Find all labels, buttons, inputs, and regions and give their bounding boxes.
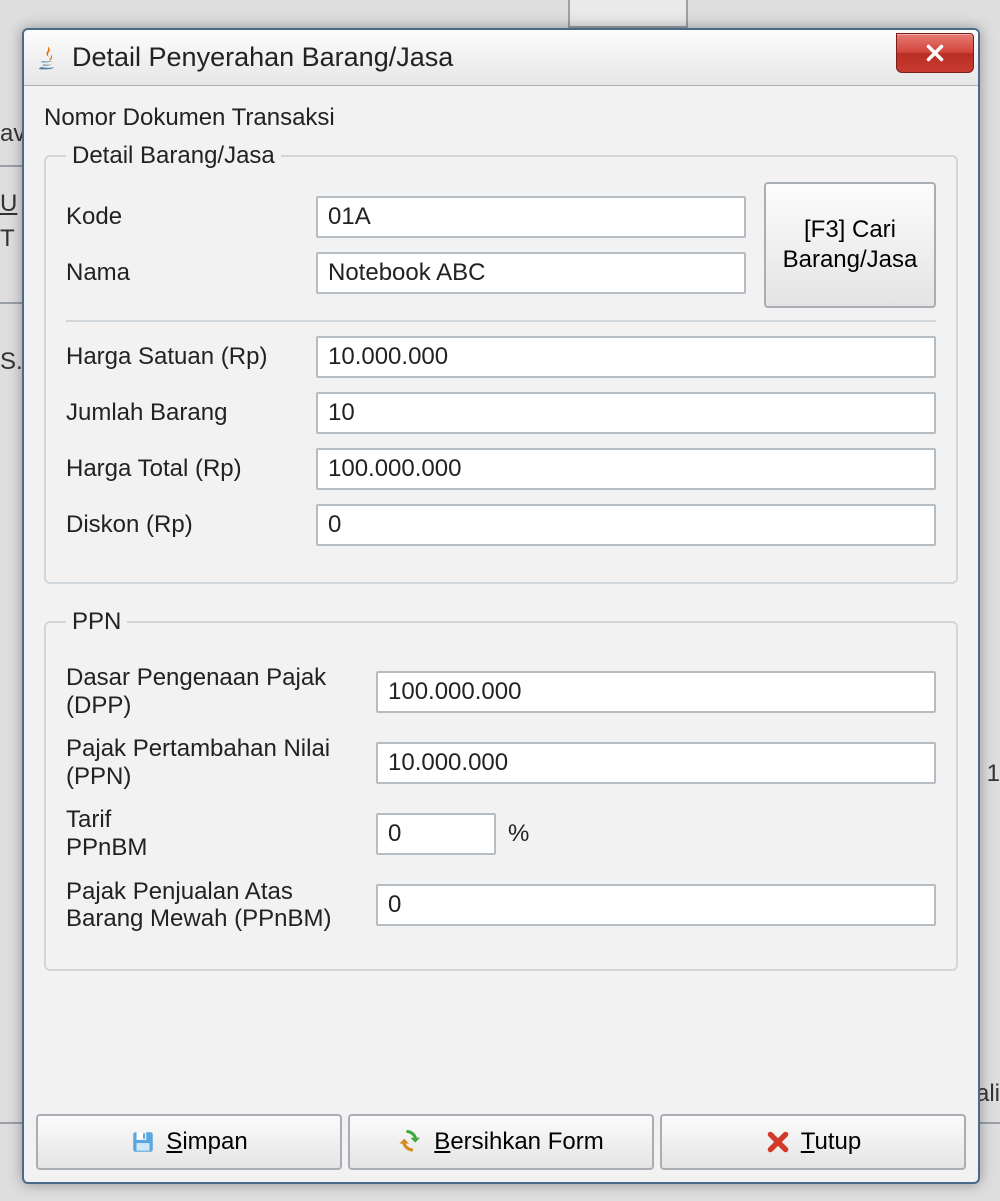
tutup-button[interactable]: Tutup xyxy=(660,1114,966,1170)
bersihkan-button[interactable]: Bersihkan Form xyxy=(348,1114,654,1170)
divider xyxy=(66,320,936,322)
simpan-button[interactable]: Simpan xyxy=(36,1114,342,1170)
ppn-group: PPN Dasar Pengenaan Pajak (DPP) Pajak Pe… xyxy=(44,608,958,971)
bersihkan-label: Bersihkan Form xyxy=(434,1128,603,1156)
ppnbm-input[interactable] xyxy=(376,884,936,926)
close-button[interactable] xyxy=(896,33,974,73)
dialog-window: Detail Penyerahan Barang/Jasa Nomor Doku… xyxy=(22,28,980,1184)
dialog-content: Nomor Dokumen Transaksi Detail Barang/Ja… xyxy=(24,86,978,1106)
ppn-label: Pajak Pertambahan Nilai (PPN) xyxy=(66,735,376,790)
kode-label: Kode xyxy=(66,203,316,231)
simpan-label: Simpan xyxy=(166,1128,247,1156)
diskon-label: Diskon (Rp) xyxy=(66,511,316,539)
nama-input[interactable] xyxy=(316,252,746,294)
bg-text: U xyxy=(0,190,17,218)
tarif-input[interactable] xyxy=(376,813,496,855)
nomor-dokumen-label: Nomor Dokumen Transaksi xyxy=(44,104,958,132)
harga-satuan-input[interactable] xyxy=(316,336,936,378)
ppn-legend: PPN xyxy=(66,608,127,636)
refresh-icon xyxy=(398,1129,424,1155)
tutup-label: Tutup xyxy=(801,1128,862,1156)
bg-text: 1 xyxy=(987,760,1000,788)
dpp-input[interactable] xyxy=(376,671,936,713)
harga-total-input[interactable] xyxy=(316,448,936,490)
titlebar: Detail Penyerahan Barang/Jasa xyxy=(24,30,978,86)
java-icon xyxy=(34,44,62,72)
bg-text: T xyxy=(0,225,15,253)
ppn-input[interactable] xyxy=(376,742,936,784)
button-bar: Simpan Bersihkan Form Tutup xyxy=(24,1106,978,1182)
nama-label: Nama xyxy=(66,259,316,287)
window-title: Detail Penyerahan Barang/Jasa xyxy=(72,42,453,73)
harga-total-label: Harga Total (Rp) xyxy=(66,455,316,483)
bg-tab-hint xyxy=(568,0,688,28)
diskon-input[interactable] xyxy=(316,504,936,546)
jumlah-label: Jumlah Barang xyxy=(66,399,316,427)
detail-legend: Detail Barang/Jasa xyxy=(66,142,281,170)
detail-group: Detail Barang/Jasa Kode Nama [F3] Cari B… xyxy=(44,142,958,584)
cari-barang-button[interactable]: [F3] Cari Barang/Jasa xyxy=(764,182,936,308)
dpp-label: Dasar Pengenaan Pajak (DPP) xyxy=(66,664,376,719)
percent-label: % xyxy=(508,820,529,848)
ppnbm-label: Pajak Penjualan Atas Barang Mewah (PPnBM… xyxy=(66,878,376,933)
tarif-label: Tarif PPnBM xyxy=(66,806,376,861)
harga-satuan-label: Harga Satuan (Rp) xyxy=(66,343,316,371)
kode-input[interactable] xyxy=(316,196,746,238)
jumlah-input[interactable] xyxy=(316,392,936,434)
save-icon xyxy=(130,1129,156,1155)
close-icon xyxy=(765,1129,791,1155)
